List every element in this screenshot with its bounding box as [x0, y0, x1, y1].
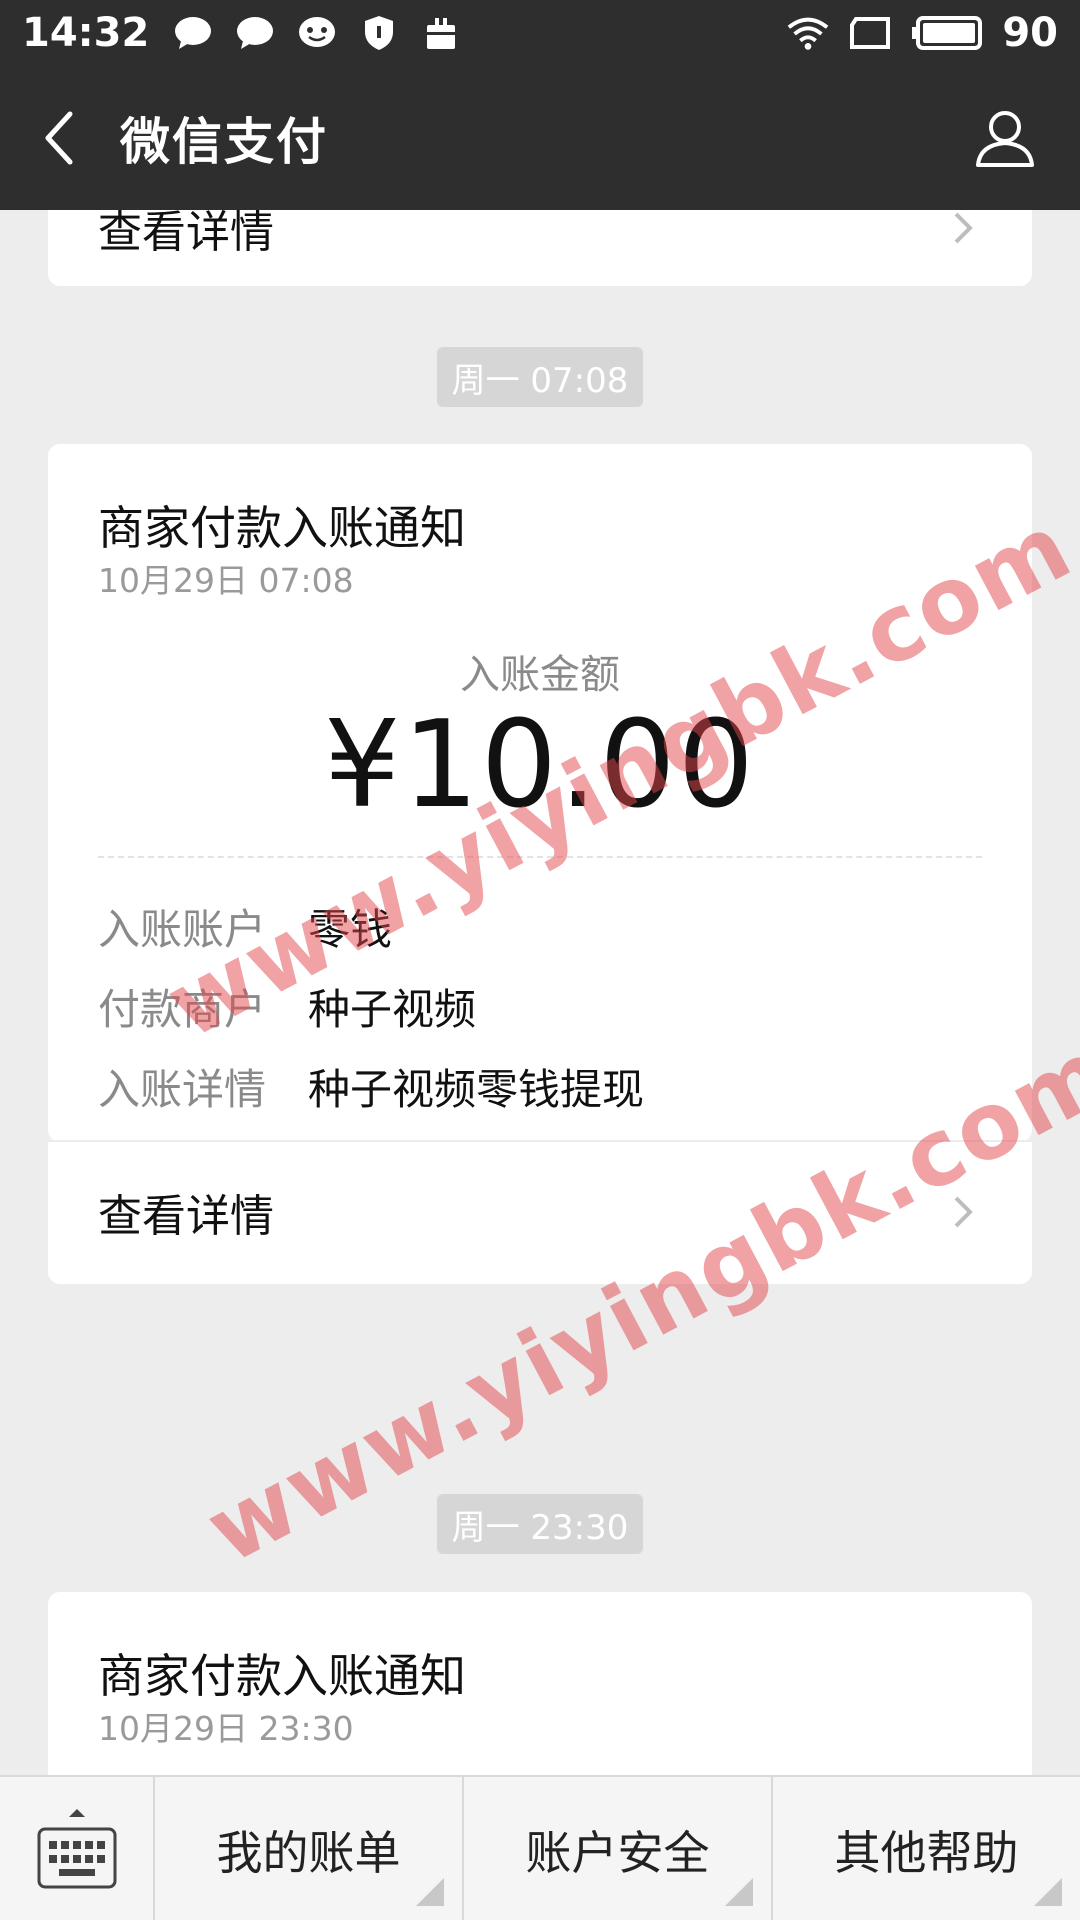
time-chip: 周一 07:08 — [437, 347, 643, 407]
status-time: 14:32 — [22, 10, 150, 56]
page-title: 微信支付 — [120, 113, 328, 171]
card-title: 商家付款入账通知 — [98, 1649, 466, 1703]
card-title: 商家付款入账通知 — [98, 501, 466, 555]
status-icons-left — [171, 13, 463, 53]
view-details-label: 查看详情 — [98, 210, 274, 258]
keyboard-icon — [37, 1808, 116, 1888]
info-row: 入账详情 种子视频零钱提现 — [98, 1046, 644, 1126]
view-details-row[interactable]: 查看详情 — [48, 210, 1032, 286]
card-date: 10月29日 07:08 — [98, 561, 354, 600]
wifi-icon — [786, 13, 830, 53]
message-card-previous: 查看详情 — [48, 210, 1032, 286]
menu-account-security[interactable]: 账户安全 — [464, 1777, 773, 1920]
menu-label: 其他帮助 — [834, 1825, 1019, 1880]
info-value: 种子视频零钱提现 — [308, 1064, 645, 1114]
menu-other-help[interactable]: 其他帮助 — [773, 1777, 1080, 1920]
chevron-right-icon — [954, 212, 973, 244]
shield-icon — [357, 13, 401, 53]
status-icons-right: 90 — [786, 10, 1058, 56]
submenu-indicator-icon — [725, 1878, 753, 1906]
keyboard-toggle-button[interactable] — [0, 1777, 155, 1920]
back-button[interactable] — [0, 66, 120, 210]
briefcase-icon — [419, 13, 463, 53]
screen-rotate-icon — [848, 13, 892, 53]
chevron-left-icon — [45, 111, 73, 165]
user-icon — [976, 111, 1034, 167]
screen: 14:32 90 微信支付 查看详情 周一 07:08 商家付款入账通知 10月… — [0, 0, 1080, 1920]
battery-icon — [910, 13, 984, 53]
menu-my-bills[interactable]: 我的账单 — [155, 1777, 464, 1920]
info-key: 入账详情 — [98, 1064, 267, 1114]
bottom-menu-bar: 我的账单 账户安全 其他帮助 — [0, 1775, 1080, 1920]
title-bar: 微信支付 — [0, 66, 1080, 210]
message-card: 商家付款入账通知 10月29日 23:30 — [48, 1592, 1032, 1775]
view-details-label: 查看详情 — [98, 1191, 274, 1242]
smiley-icon — [295, 13, 339, 53]
battery-level: 90 — [1002, 10, 1058, 56]
time-chip: 周一 23:30 — [437, 1494, 643, 1554]
status-bar: 14:32 90 — [0, 0, 1080, 66]
chat-bubble-icon — [171, 13, 215, 53]
chat-bubble-icon — [233, 13, 277, 53]
menu-label: 我的账单 — [216, 1825, 401, 1880]
profile-button[interactable] — [930, 66, 1080, 210]
card-date: 10月29日 23:30 — [98, 1709, 354, 1748]
submenu-indicator-icon — [416, 1878, 444, 1906]
submenu-indicator-icon — [1034, 1878, 1062, 1906]
menu-label: 账户安全 — [525, 1825, 710, 1880]
message-list[interactable]: 查看详情 周一 07:08 商家付款入账通知 10月29日 07:08 入账金额… — [0, 210, 1080, 1775]
